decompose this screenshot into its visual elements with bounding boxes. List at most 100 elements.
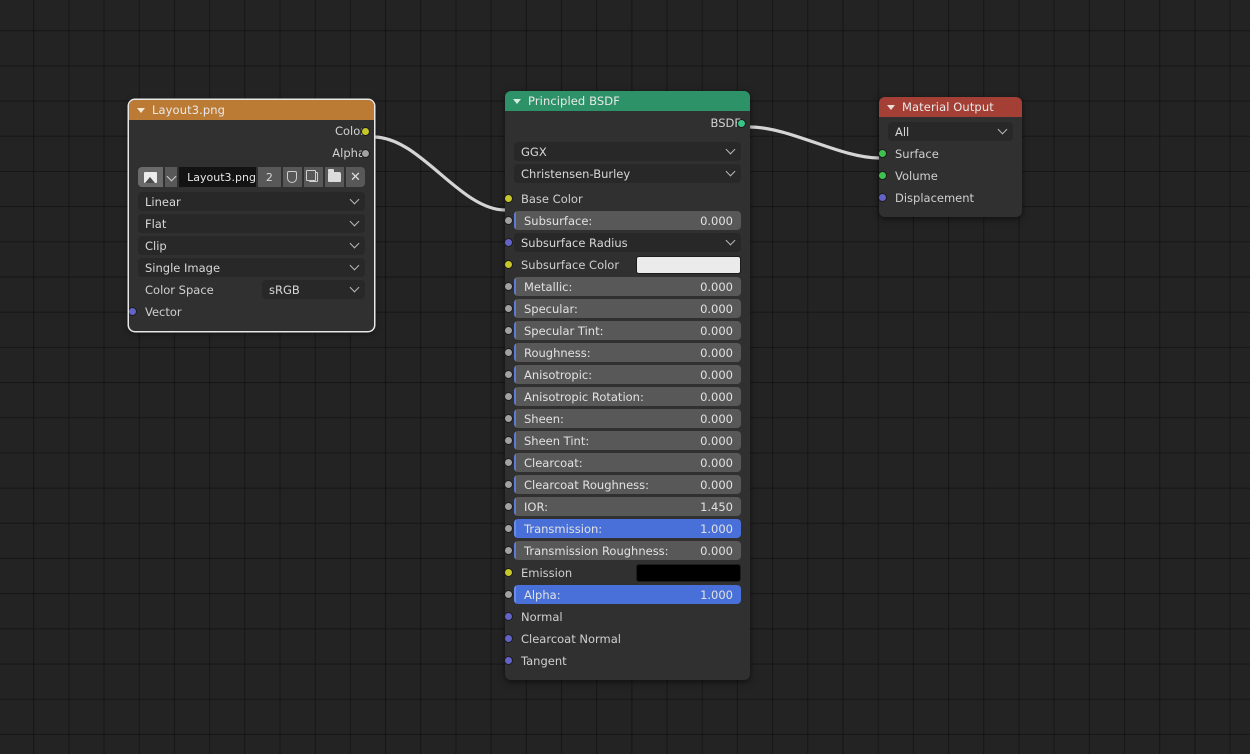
sheen-value: 0.000 — [700, 411, 733, 426]
folder-icon[interactable] — [324, 167, 344, 187]
sheen-slider[interactable]: Sheen: 0.000 — [514, 409, 741, 428]
anisotropic-slider[interactable]: Anisotropic: 0.000 — [514, 365, 741, 384]
input-row-vector: Vector — [129, 301, 365, 322]
clearcoat-roughness-slider[interactable]: Clearcoat Roughness: 0.000 — [514, 475, 741, 494]
copy-icon[interactable] — [303, 167, 323, 187]
distribution-dropdown[interactable]: GGX — [514, 142, 741, 161]
socket-in-surface[interactable] — [879, 149, 887, 158]
socket-in-ior[interactable] — [505, 502, 513, 511]
node-material-output[interactable]: Material Output All Surface Volume Displ… — [879, 97, 1022, 217]
socket-in-specular[interactable] — [505, 304, 513, 313]
socket-out-bsdf[interactable] — [737, 119, 746, 128]
slider-edge — [514, 321, 516, 340]
socket-in-subsurface-color[interactable] — [505, 260, 513, 269]
socket-in-specular-tint[interactable] — [505, 326, 513, 335]
node-principled-bsdf-title: Principled BSDF — [528, 94, 620, 108]
metallic-slider[interactable]: Metallic: 0.000 — [514, 277, 741, 296]
socket-in-vector[interactable] — [129, 307, 137, 316]
node-image-texture[interactable]: Layout3.png Color Alpha Layout3.png 2 ✕ … — [129, 100, 374, 331]
input-row-subsurface-color: Subsurface Color — [505, 254, 741, 275]
socket-in-anisotropic[interactable] — [505, 370, 513, 379]
socket-in-normal[interactable] — [505, 612, 513, 621]
collapse-triangle-icon[interactable] — [513, 99, 521, 104]
socket-in-sheen-tint[interactable] — [505, 436, 513, 445]
input-row-transmission-roughness: Transmission Roughness: 0.000 — [505, 540, 741, 561]
shield-icon[interactable] — [282, 167, 302, 187]
projection-dropdown[interactable]: Flat — [138, 214, 365, 233]
transmission-roughness-slider[interactable]: Transmission Roughness: 0.000 — [514, 541, 741, 560]
node-principled-bsdf[interactable]: Principled BSDF BSDF GGX Christensen-Bur… — [505, 91, 750, 680]
slider-edge — [514, 365, 516, 384]
roughness-slider[interactable]: Roughness: 0.000 — [514, 343, 741, 362]
specular-slider[interactable]: Specular: 0.000 — [514, 299, 741, 318]
socket-in-roughness[interactable] — [505, 348, 513, 357]
interpolation-dropdown[interactable]: Linear — [138, 192, 365, 211]
socket-in-clearcoat[interactable] — [505, 458, 513, 467]
image-datablock-row[interactable]: Layout3.png 2 ✕ — [138, 167, 366, 187]
subsurface-label: Subsurface: — [524, 213, 593, 228]
socket-in-transmission[interactable] — [505, 524, 513, 533]
collapse-triangle-icon[interactable] — [137, 108, 145, 113]
node-material-output-header[interactable]: Material Output — [879, 97, 1022, 117]
source-value: Single Image — [145, 260, 221, 275]
output-row-bsdf: BSDF — [514, 111, 746, 135]
subsurface-slider[interactable]: Subsurface: 0.000 — [514, 211, 741, 230]
source-dropdown[interactable]: Single Image — [138, 258, 365, 277]
socket-in-clearcoat-roughness[interactable] — [505, 480, 513, 489]
slider-edge — [514, 277, 516, 296]
socket-out-color[interactable] — [361, 127, 370, 136]
transmission-roughness-label: Transmission Roughness: — [524, 543, 669, 558]
socket-in-sheen[interactable] — [505, 414, 513, 423]
clearcoat-value: 0.000 — [700, 455, 733, 470]
x-icon[interactable]: ✕ — [345, 167, 366, 187]
emission-label: Emission — [521, 565, 573, 580]
sheen-tint-slider[interactable]: Sheen Tint: 0.000 — [514, 431, 741, 450]
input-row-ior: IOR: 1.450 — [505, 496, 741, 517]
slider-edge — [514, 387, 516, 406]
transmission-value: 1.000 — [700, 521, 733, 536]
alpha-slider[interactable]: Alpha: 1.000 — [514, 585, 741, 604]
node-principled-bsdf-header[interactable]: Principled BSDF — [505, 91, 750, 111]
image-name-field[interactable]: Layout3.png — [179, 167, 256, 187]
subsurface-method-dropdown[interactable]: Christensen-Burley — [514, 164, 741, 183]
node-image-texture-header[interactable]: Layout3.png — [129, 100, 374, 120]
input-row-base-color: Base Color — [505, 188, 741, 209]
input-row-transmission: Transmission: 1.000 — [505, 518, 741, 539]
socket-in-emission[interactable] — [505, 568, 513, 577]
image-users-count[interactable]: 2 — [257, 167, 281, 187]
socket-in-anisotropic-rotation[interactable] — [505, 392, 513, 401]
subsurface-color-color-swatch[interactable] — [636, 255, 741, 274]
source-row: Single Image — [138, 257, 365, 278]
clearcoat-roughness-value: 0.000 — [700, 477, 733, 492]
collapse-triangle-icon[interactable] — [887, 105, 895, 110]
emission-color-swatch[interactable] — [636, 563, 741, 582]
specular-tint-slider[interactable]: Specular Tint: 0.000 — [514, 321, 741, 340]
socket-in-alpha[interactable] — [505, 590, 513, 599]
subsurface-value: 0.000 — [700, 213, 733, 228]
socket-in-tangent[interactable] — [505, 656, 513, 665]
socket-in-base-color[interactable] — [505, 194, 513, 203]
socket-in-metallic[interactable] — [505, 282, 513, 291]
input-row-clearcoat-roughness: Clearcoat Roughness: 0.000 — [505, 474, 741, 495]
subsurface-method-value: Christensen-Burley — [521, 166, 631, 181]
anisotropic-rotation-slider[interactable]: Anisotropic Rotation: 0.000 — [514, 387, 741, 406]
color-space-dropdown[interactable]: sRGB — [262, 280, 365, 299]
distribution-value: GGX — [521, 144, 547, 159]
slider-edge — [514, 475, 516, 494]
socket-in-clearcoat-normal[interactable] — [505, 634, 513, 643]
image-icon[interactable] — [138, 167, 163, 187]
socket-out-alpha[interactable] — [361, 149, 370, 158]
input-row-anisotropic-rotation: Anisotropic Rotation: 0.000 — [505, 386, 741, 407]
socket-in-displacement[interactable] — [879, 193, 887, 202]
socket-in-subsurface-radius[interactable] — [505, 238, 513, 247]
target-dropdown[interactable]: All — [888, 122, 1013, 141]
extension-dropdown[interactable]: Clip — [138, 236, 365, 255]
transmission-slider[interactable]: Transmission: 1.000 — [514, 519, 741, 538]
socket-in-transmission-roughness[interactable] — [505, 546, 513, 555]
subsurface-radius-dropdown[interactable]: Subsurface Radius — [514, 233, 741, 252]
socket-in-volume[interactable] — [879, 171, 887, 180]
socket-in-subsurface[interactable] — [505, 216, 513, 225]
ior-slider[interactable]: IOR: 1.450 — [514, 497, 741, 516]
browse-image-chevron-down-icon[interactable] — [164, 167, 178, 187]
clearcoat-slider[interactable]: Clearcoat: 0.000 — [514, 453, 741, 472]
